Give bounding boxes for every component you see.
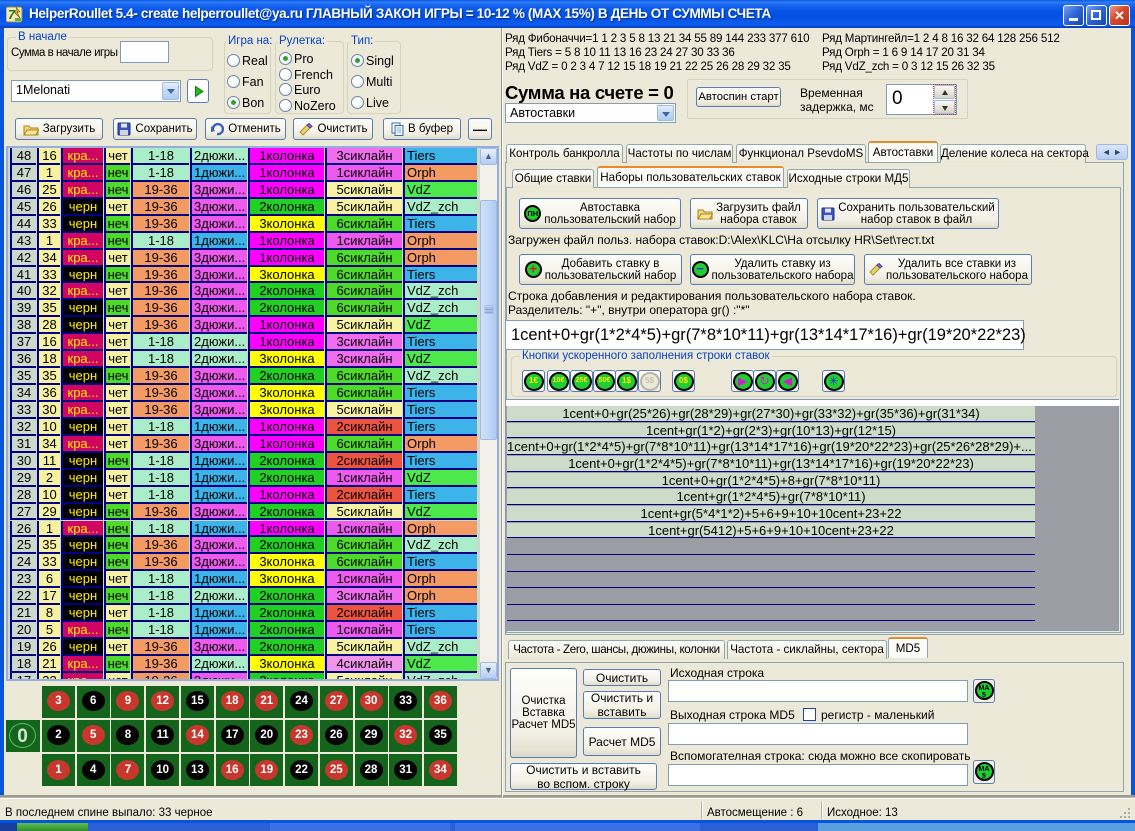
svg-text:7: 7: [8, 7, 16, 22]
